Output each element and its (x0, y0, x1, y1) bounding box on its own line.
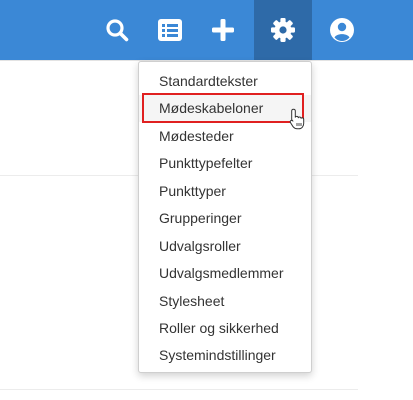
content-divider (0, 389, 358, 390)
menu-item-punkttyper[interactable]: Punkttyper (139, 178, 311, 205)
top-navbar (0, 0, 413, 60)
menu-item-modesteder[interactable]: Mødesteder (139, 123, 311, 150)
plus-icon (212, 19, 234, 41)
search-icon (106, 19, 129, 42)
user-icon (330, 18, 354, 42)
settings-dropdown-menu: Standardtekster Mødeskabeloner Mødestede… (138, 61, 312, 373)
list-icon (158, 19, 182, 41)
menu-item-grupperinger[interactable]: Grupperinger (139, 205, 311, 232)
search-button[interactable] (88, 0, 146, 60)
menu-item-stylesheet[interactable]: Stylesheet (139, 288, 311, 315)
menu-item-punkttypefelter[interactable]: Punkttypefelter (139, 150, 311, 177)
menu-item-modeskabeloner[interactable]: Mødeskabeloner (139, 95, 311, 122)
hand-cursor-icon (289, 108, 305, 130)
gear-icon (271, 18, 295, 42)
menu-item-standardtekster[interactable]: Standardtekster (139, 68, 311, 95)
menu-item-roller-og-sikkerhed[interactable]: Roller og sikkerhed (139, 315, 311, 342)
menu-item-systemindstillinger[interactable]: Systemindstillinger (139, 342, 311, 369)
user-button[interactable] (313, 0, 371, 60)
menu-item-udvalgsmedlemmer[interactable]: Udvalgsmedlemmer (139, 260, 311, 287)
list-button[interactable] (141, 0, 199, 60)
settings-button[interactable] (254, 0, 312, 60)
menu-item-udvalgsroller[interactable]: Udvalgsroller (139, 233, 311, 260)
add-button[interactable] (194, 0, 252, 60)
